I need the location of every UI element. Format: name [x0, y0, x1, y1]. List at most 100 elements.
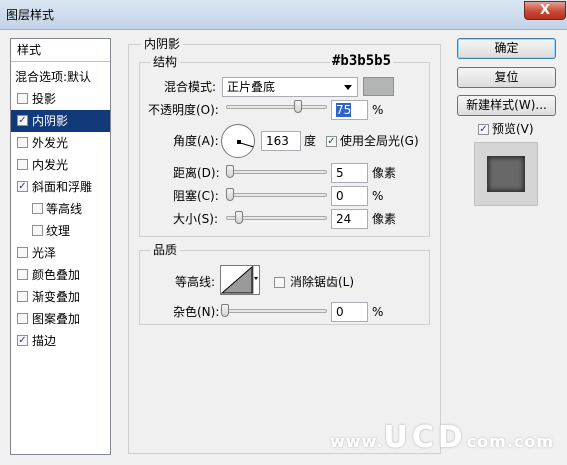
bevel-emboss-checkbox[interactable]: ✓ [17, 181, 28, 192]
contour-picker[interactable] [220, 265, 260, 295]
noise-input[interactable]: 0 [331, 302, 368, 322]
style-item-label: 外发光 [32, 136, 69, 150]
style-item-inner-shadow[interactable]: ✓ 内阴影 [11, 110, 110, 132]
size-slider-thumb[interactable] [235, 211, 243, 224]
opacity-input[interactable]: 75 [331, 100, 368, 120]
preview-checkbox[interactable]: ✓ [478, 124, 489, 135]
style-item-gradient-overlay[interactable]: 渐变叠加 [11, 286, 110, 308]
contour-checkbox[interactable] [32, 203, 43, 214]
texture-checkbox[interactable] [32, 225, 43, 236]
size-label: 大小(S): [173, 212, 219, 226]
choke-slider-thumb[interactable] [226, 188, 234, 201]
global-light-checkbox[interactable]: ✓ [326, 136, 337, 147]
reset-button-label: 复位 [494, 70, 519, 84]
size-value: 24 [336, 212, 352, 226]
global-light-label: 使用全局光(G) [340, 134, 419, 148]
blend-mode-value: 正片叠底 [227, 80, 276, 94]
close-icon: X [539, 3, 551, 18]
choke-label: 阻塞(C): [173, 189, 219, 203]
style-item-color-overlay[interactable]: 颜色叠加 [11, 264, 110, 286]
watermark: www.UCDcom.com [330, 420, 560, 460]
angle-dial[interactable] [221, 124, 255, 158]
preview-swatch [487, 156, 525, 192]
gradient-overlay-checkbox[interactable] [17, 291, 28, 302]
ok-button[interactable]: 确定 [457, 38, 556, 59]
shadow-color-swatch[interactable] [363, 77, 394, 96]
style-item-label: 光泽 [32, 246, 57, 260]
anti-alias-checkbox[interactable] [274, 277, 285, 288]
watermark-prefix: www. [330, 432, 384, 451]
anti-alias-label: 消除锯齿(L) [290, 275, 355, 289]
style-item-label: 纹理 [46, 224, 71, 238]
new-style-button-label: 新建样式(W)... [466, 98, 547, 112]
blend-options-item[interactable]: 混合选项:默认 [11, 66, 110, 88]
inner-glow-checkbox[interactable] [17, 159, 28, 170]
distance-input[interactable]: 5 [331, 163, 368, 183]
style-list-header[interactable]: 样式 [11, 39, 110, 62]
distance-slider-thumb[interactable] [226, 165, 234, 178]
pattern-overlay-checkbox[interactable] [17, 313, 28, 324]
blend-options-label: 混合选项:默认 [15, 70, 92, 84]
style-item-outer-glow[interactable]: 外发光 [11, 132, 110, 154]
style-item-bevel-emboss[interactable]: ✓ 斜面和浮雕 [11, 176, 110, 198]
close-button[interactable]: X [524, 1, 566, 20]
style-list-header-label: 样式 [17, 43, 42, 57]
watermark-brand: UCD [383, 420, 467, 455]
distance-unit: 像素 [372, 166, 397, 180]
opacity-slider-track[interactable] [226, 105, 327, 109]
size-input[interactable]: 24 [331, 209, 368, 229]
style-item-drop-shadow[interactable]: 投影 [11, 88, 110, 110]
noise-value: 0 [336, 305, 344, 319]
style-item-label: 内发光 [32, 158, 69, 172]
blend-mode-select[interactable]: 正片叠底 [222, 77, 358, 97]
structure-title: 结构 [150, 55, 181, 69]
contour-label: 等高线: [175, 275, 216, 289]
watermark-suffix: com.com [466, 432, 555, 451]
color-overlay-checkbox[interactable] [17, 269, 28, 280]
noise-slider-track[interactable] [226, 309, 327, 313]
style-item-label: 渐变叠加 [32, 290, 81, 304]
satin-checkbox[interactable] [17, 247, 28, 258]
color-annotation: #b3b5b5 [330, 53, 394, 69]
style-item-inner-glow[interactable]: 内发光 [11, 154, 110, 176]
style-item-pattern-overlay[interactable]: 图案叠加 [11, 308, 110, 330]
opacity-label: 不透明度(O): [148, 103, 219, 117]
inner-shadow-checkbox[interactable]: ✓ [17, 115, 28, 126]
quality-title: 品质 [150, 243, 181, 257]
chevron-down-icon [254, 277, 258, 280]
style-item-label: 斜面和浮雕 [32, 180, 93, 194]
stroke-checkbox[interactable]: ✓ [17, 335, 28, 346]
style-item-stroke[interactable]: ✓ 描边 [11, 330, 110, 352]
angle-dial-center [237, 140, 241, 144]
style-item-label: 图案叠加 [32, 312, 81, 326]
choke-slider-track[interactable] [226, 193, 327, 197]
opacity-unit: % [372, 103, 384, 117]
new-style-button[interactable]: 新建样式(W)... [457, 95, 556, 116]
outer-glow-checkbox[interactable] [17, 137, 28, 148]
drop-shadow-checkbox[interactable] [17, 93, 28, 104]
distance-value: 5 [336, 166, 344, 180]
angle-unit: 度 [304, 134, 317, 148]
noise-slider-thumb[interactable] [221, 304, 229, 317]
choke-value: 0 [336, 189, 344, 203]
choke-unit: % [372, 189, 384, 203]
distance-slider-track[interactable] [226, 170, 327, 174]
distance-label: 距离(D): [173, 166, 220, 180]
size-unit: 像素 [372, 212, 397, 226]
angle-value: 163 [266, 134, 289, 148]
style-list: 样式 混合选项:默认 投影 ✓ 内阴影 外发光 内发光 ✓ 斜面和浮雕 等高线 … [10, 38, 111, 455]
style-item-satin[interactable]: 光泽 [11, 242, 110, 264]
title-bar: 图层样式 [0, 0, 567, 30]
noise-label: 杂色(N): [173, 305, 220, 319]
window-title: 图层样式 [6, 8, 55, 22]
opacity-slider-thumb[interactable] [294, 100, 302, 113]
angle-label: 角度(A): [173, 134, 219, 148]
angle-input[interactable]: 163 [261, 131, 301, 151]
style-item-contour[interactable]: 等高线 [11, 198, 110, 220]
reset-button[interactable]: 复位 [457, 67, 556, 88]
ok-button-label: 确定 [494, 41, 519, 55]
style-item-label: 内阴影 [32, 114, 69, 128]
style-item-texture[interactable]: 纹理 [11, 220, 110, 242]
style-item-label: 投影 [32, 92, 57, 106]
choke-input[interactable]: 0 [331, 186, 368, 206]
